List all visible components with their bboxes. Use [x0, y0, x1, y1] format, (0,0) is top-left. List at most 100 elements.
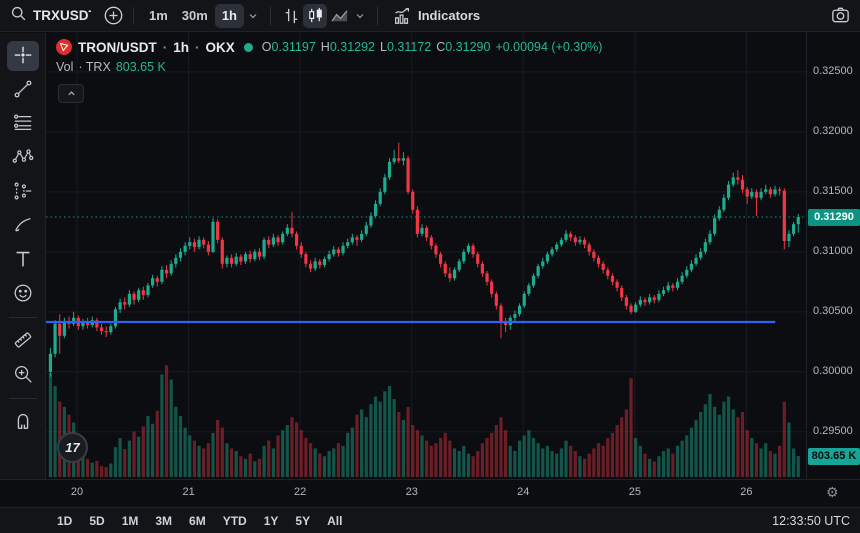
search-icon: [10, 5, 27, 27]
xabcd-pattern-icon: [12, 146, 34, 171]
range-1y-button[interactable]: 1Y: [264, 514, 279, 528]
price-tick: 0.30500: [813, 304, 853, 317]
toolbar-separator: [377, 6, 378, 25]
time-tick: 20: [70, 486, 84, 498]
price-axis[interactable]: 0.32500 0.32000 0.31500 0.31000 0.30500 0.300…: [806, 32, 860, 478]
time-tick: 26: [740, 486, 753, 498]
trend-line-icon: [12, 78, 34, 103]
timeframe-1h[interactable]: 1h: [214, 3, 244, 28]
price-tick: 0.31500: [813, 184, 853, 197]
tron-logo-icon: [56, 39, 72, 55]
indicators-icon: [392, 6, 412, 26]
volume-row: Vol · TRX 803.65 K: [56, 60, 602, 74]
range-1m-button[interactable]: 1M: [122, 514, 139, 528]
close-value: 0.31290: [445, 40, 491, 54]
compare-add-button[interactable]: [101, 4, 125, 28]
volume-pair: · TRX: [78, 60, 111, 74]
rail-separator: [8, 317, 37, 318]
time-tick: 25: [628, 486, 641, 498]
text-icon: [12, 248, 34, 273]
top-toolbar: TRXUSDT 1m 30m 1h Indicators: [0, 0, 860, 32]
range-5y-button[interactable]: 5Y: [295, 514, 310, 528]
tool-magnet-button[interactable]: [7, 407, 39, 437]
range-all-button[interactable]: All: [327, 514, 342, 528]
range-ytd-button[interactable]: YTD: [223, 514, 247, 528]
legend-sep: ·: [162, 39, 168, 55]
tool-text-button[interactable]: [7, 245, 39, 275]
rail-separator: [8, 398, 37, 399]
ohlc-values: O0.31197 H0.31292 L0.31172 C0.31290 +0.0…: [261, 40, 603, 54]
open-value: 0.31197: [271, 40, 316, 54]
tool-brush-button[interactable]: [7, 211, 39, 241]
crosshair-icon: [12, 44, 34, 69]
chart-type-menu-button[interactable]: [351, 4, 369, 28]
timeframe-1m[interactable]: 1m: [142, 4, 175, 28]
legend-exchange: OKX: [205, 39, 235, 55]
date-range-group: 1D 5D 1M 3M 6M YTD 1Y 5Y All: [57, 514, 359, 528]
low-value: 0.31172: [386, 40, 432, 54]
high-value: 0.31292: [329, 40, 375, 54]
symbol-text[interactable]: TRXUSDT: [33, 8, 91, 23]
chart-type-area-button[interactable]: [327, 4, 351, 28]
bottom-toolbar: 1D 5D 1M 3M 6M YTD 1Y 5Y All 12:33:50 UTC: [0, 507, 860, 533]
candlestick-chart[interactable]: [46, 32, 806, 478]
timeframe-menu-button[interactable]: [244, 4, 262, 28]
clock-utc[interactable]: 12:33:50 UTC: [772, 514, 850, 528]
price-tick: 0.29500: [813, 424, 853, 437]
price-tick: 0.32500: [813, 64, 853, 77]
change-value: +0.00094 (+0.30%): [495, 40, 603, 54]
timeframe-30m[interactable]: 30m: [175, 4, 215, 28]
tool-forecast-button[interactable]: [7, 177, 39, 207]
tool-zoom-in-button[interactable]: [7, 360, 39, 390]
price-tick: 0.31000: [813, 244, 853, 257]
time-tick: 24: [517, 486, 530, 498]
timeframe-group: 1m 30m 1h: [142, 3, 244, 28]
screenshot-button[interactable]: [828, 4, 852, 28]
indicators-label: Indicators: [418, 8, 481, 23]
volume-label: Vol: [56, 60, 74, 74]
drawing-toolbar: [0, 33, 46, 506]
chart-type-candles-button[interactable]: [303, 3, 327, 28]
chart-legend: TRON/USDT · 1h · OKX O0.31197 H0.31292 L…: [56, 38, 602, 74]
fib-lines-icon: [12, 112, 34, 137]
trading-chart-app: TRXUSDT 1m 30m 1h Indicators TRON/USDT ·…: [0, 0, 860, 533]
toolbar-separator: [133, 6, 134, 25]
legend-symbol: TRON/USDT: [78, 39, 157, 55]
legend-collapse-button[interactable]: [58, 84, 84, 103]
range-1d-button[interactable]: 1D: [57, 514, 72, 528]
tradingview-logo[interactable]: 17: [57, 432, 88, 463]
timezone-settings-icon[interactable]: ⚙: [826, 484, 839, 501]
volume-value: 803.65 K: [115, 60, 166, 74]
range-5d-button[interactable]: 5D: [89, 514, 104, 528]
market-status-dot[interactable]: [243, 42, 253, 52]
range-6m-button[interactable]: 6M: [189, 514, 206, 528]
tool-xabcd-pattern-button[interactable]: [7, 143, 39, 173]
emoji-icon: [12, 282, 34, 307]
tool-fib-lines-button[interactable]: [7, 109, 39, 139]
toolbar-separator: [270, 6, 271, 25]
tool-emoji-button[interactable]: [7, 279, 39, 309]
tool-ruler-button[interactable]: [7, 326, 39, 356]
symbol-search[interactable]: TRXUSDT: [10, 5, 91, 27]
chart-type-bars-button[interactable]: [279, 4, 303, 28]
tool-crosshair-button[interactable]: [6, 41, 39, 71]
time-tick: 21: [182, 486, 195, 498]
magnet-icon: [12, 410, 34, 435]
forecast-icon: [12, 180, 34, 205]
time-tick: 23: [405, 486, 418, 498]
brush-icon: [12, 214, 34, 239]
zoom-in-icon: [12, 363, 34, 388]
range-3m-button[interactable]: 3M: [155, 514, 172, 528]
time-axis[interactable]: ⚙ 20 21 22 23 24 25 26: [0, 479, 860, 506]
symbol-title[interactable]: TRON/USDT · 1h · OKX: [56, 39, 235, 55]
tool-trend-line-button[interactable]: [7, 75, 39, 105]
chart-pane[interactable]: TRON/USDT · 1h · OKX O0.31197 H0.31292 L…: [46, 32, 806, 478]
volume-badge: 803.65 K: [808, 447, 860, 465]
price-tick: 0.30000: [813, 364, 853, 377]
legend-sep: ·: [195, 39, 200, 55]
last-price-badge: 0.31290: [808, 208, 860, 226]
price-tick: 0.32000: [813, 124, 853, 137]
legend-interval: 1h: [173, 39, 190, 55]
indicators-button[interactable]: Indicators: [386, 4, 486, 28]
ruler-icon: [12, 329, 34, 354]
